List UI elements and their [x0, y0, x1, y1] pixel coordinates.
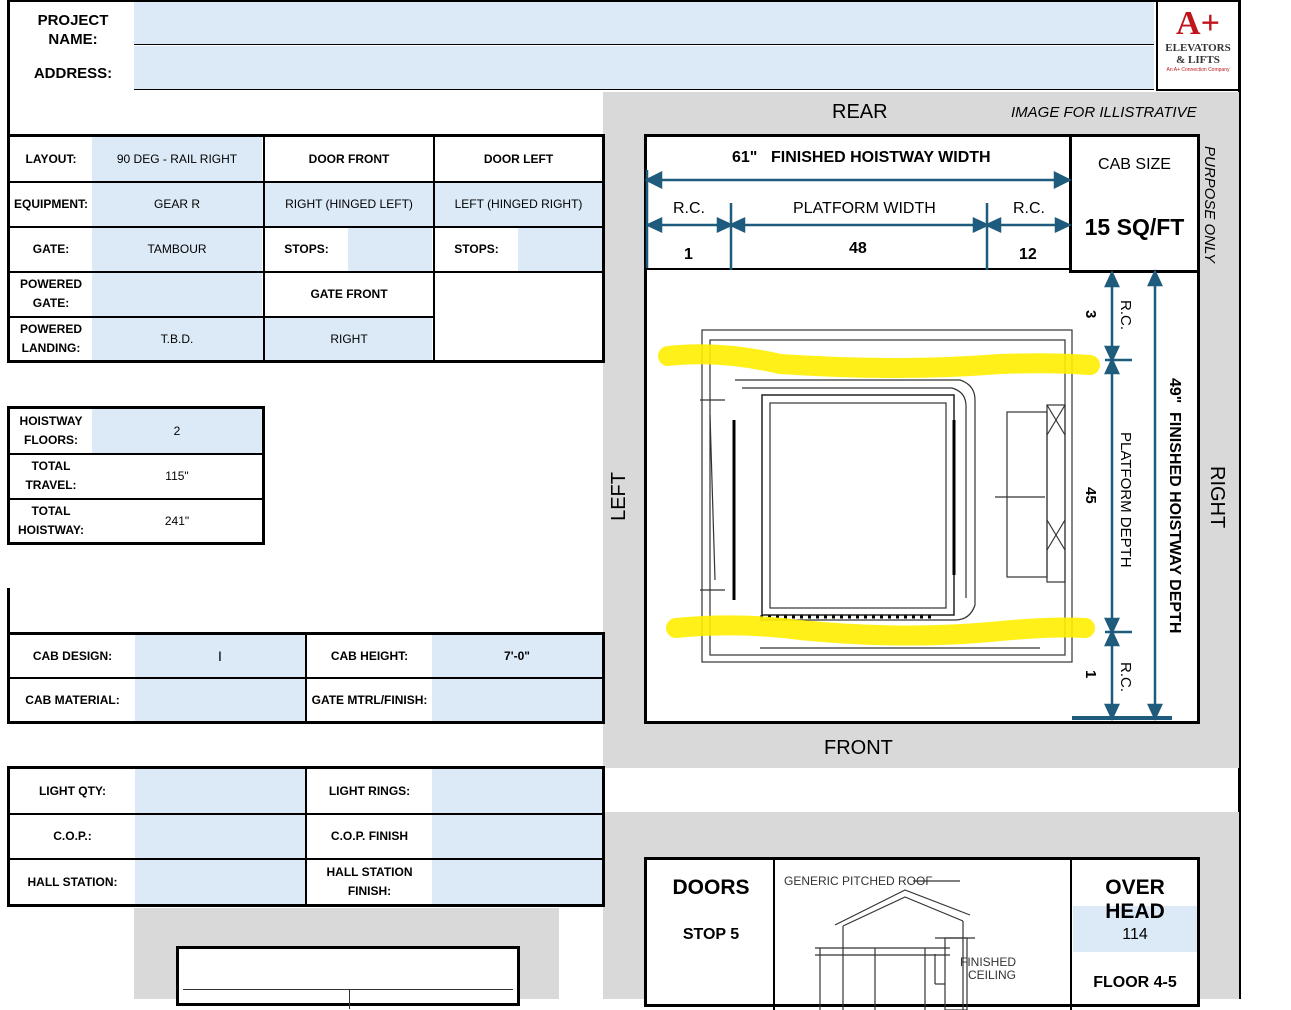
- overhead-label: OVER HEAD: [1105, 876, 1165, 923]
- floor-value: FLOOR 4-5: [1093, 974, 1177, 991]
- col-line: [1070, 860, 1072, 1010]
- yellow-highlight-marks: [658, 344, 1100, 646]
- overhead-table: DOORS STOP 5 GENERIC PITCHED ROOF FINISH…: [644, 857, 1200, 1010]
- doors-label: DOORS: [672, 876, 750, 899]
- floor-plan-sketch: [700, 329, 1073, 663]
- pitched-roof-drawing: [815, 880, 975, 1010]
- doors-value: STOP 5: [682, 926, 740, 943]
- plan-drawing: [644, 170, 1172, 721]
- overhead-value[interactable]: 114: [1073, 926, 1197, 944]
